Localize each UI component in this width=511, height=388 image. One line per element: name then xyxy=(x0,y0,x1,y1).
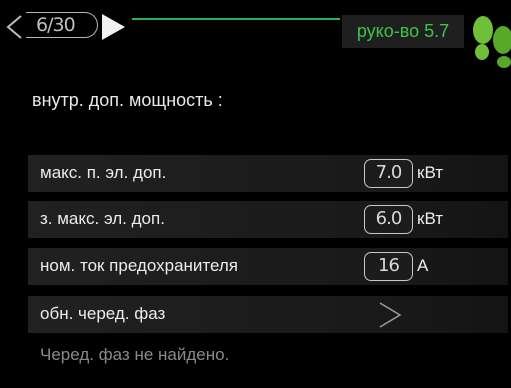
phase-order-status-text: Черед. фаз не найдено. xyxy=(40,345,230,364)
setting-row-set-max-electric-addition[interactable]: з. макс. эл. доп. 6.0 кВт xyxy=(28,201,508,238)
unit-label: A xyxy=(417,256,429,275)
play-right-icon[interactable] xyxy=(100,13,126,41)
setting-label: макс. п. эл. доп. xyxy=(40,163,167,182)
setting-label: обн. черед. фаз xyxy=(40,304,166,323)
chevron-left-icon[interactable] xyxy=(4,14,24,40)
footprints-logo-icon xyxy=(473,16,511,68)
value-field[interactable]: 6.0 xyxy=(364,205,413,234)
header-divider xyxy=(132,18,340,20)
setting-row-fuse-size[interactable]: ном. ток предохранителя 16 A xyxy=(28,248,508,285)
manual-menu-label: руко-во 5.7 xyxy=(342,15,464,48)
setting-row-max-electric-addition[interactable]: макс. п. эл. доп. 7.0 кВт xyxy=(28,155,508,192)
section-title: внутр. доп. мощность : xyxy=(32,90,223,110)
setting-label: з. макс. эл. доп. xyxy=(40,209,165,228)
setting-row-phase-order-detection[interactable]: обн. черед. фаз xyxy=(28,296,508,333)
value-field[interactable]: 16 xyxy=(364,252,413,281)
unit-label: кВт xyxy=(417,209,443,228)
chevron-right-icon[interactable] xyxy=(374,300,404,330)
screen: 6/30 руко-во 5.7 внутр. доп. мощность : … xyxy=(0,0,511,388)
page-counter: 6/30 xyxy=(26,12,98,38)
setting-label: ном. ток предохранителя xyxy=(40,256,239,275)
unit-label: кВт xyxy=(417,163,443,182)
value-field[interactable]: 7.0 xyxy=(364,159,413,188)
